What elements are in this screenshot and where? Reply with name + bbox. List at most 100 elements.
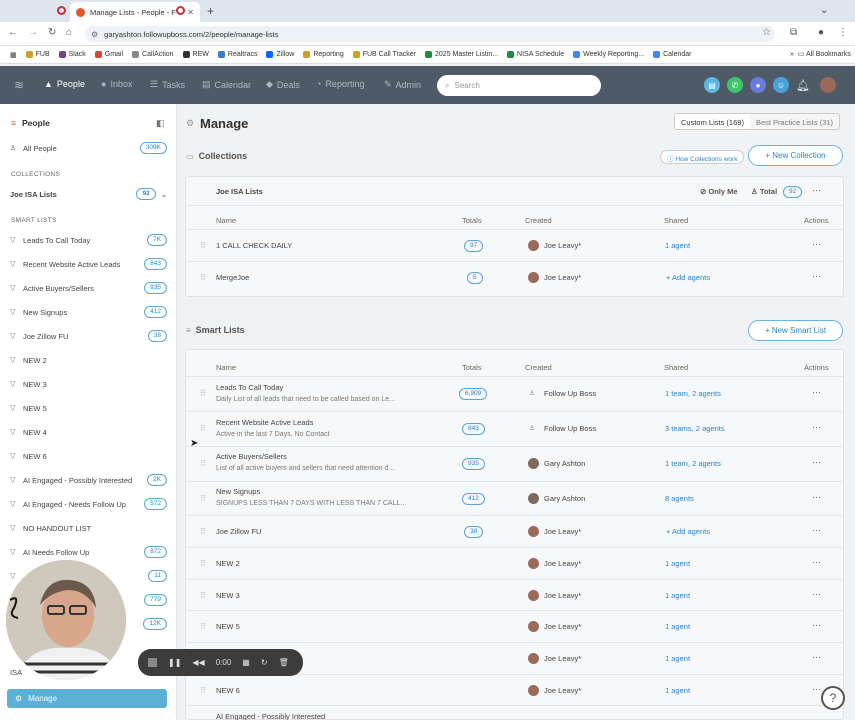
row-actions-icon[interactable]: ⋯ <box>812 652 821 663</box>
help-button[interactable]: ? <box>821 686 845 710</box>
tab-custom-lists[interactable]: Custom Lists (169) <box>675 114 750 129</box>
row-actions-icon[interactable]: ⋯ <box>812 620 821 631</box>
shared-link[interactable]: 1 agent <box>665 622 690 631</box>
rewind-icon[interactable]: ◀◀ <box>192 658 204 667</box>
shared-link[interactable]: 3 teams, 2 agents <box>665 424 725 433</box>
search-input[interactable]: ⌕ Search <box>437 75 601 96</box>
bookmark-nisa-schedule[interactable]: NISA Schedule <box>507 51 564 58</box>
table-row[interactable]: NEW 6 <box>216 686 240 695</box>
table-row[interactable]: Leads To Call Today <box>216 383 283 392</box>
collapse-sidebar-icon[interactable]: ◧ <box>156 118 165 129</box>
table-row[interactable]: NEW 2 <box>216 559 240 568</box>
chevron-down-icon[interactable]: ⌄ <box>161 190 167 199</box>
row-actions-icon[interactable]: ⋯ <box>812 684 821 695</box>
record-icon[interactable] <box>57 6 66 15</box>
drag-handle-icon[interactable]: ⠿ <box>200 494 206 503</box>
table-row[interactable]: AI Engaged - Possibly Interested <box>216 712 325 720</box>
bookmark-fub[interactable]: FUB <box>25 51 50 58</box>
row-actions-icon[interactable]: ⋯ <box>812 492 821 503</box>
bookmark-zillow[interactable]: Zillow <box>266 51 294 58</box>
bookmark-slack[interactable]: Slack <box>58 51 86 58</box>
bookmark-realtracs[interactable]: Realtracs <box>217 51 257 58</box>
apps-icon[interactable]: ▦ <box>10 51 17 59</box>
grid-icon[interactable]: ▦ <box>242 658 250 667</box>
tab-best-practice-lists[interactable]: Best Practice Lists (31) <box>750 114 839 129</box>
bookmark-callaction[interactable]: CallAction <box>132 51 174 58</box>
drag-handle-icon[interactable]: ⠿ <box>200 459 206 468</box>
shared-link[interactable]: 1 team, 2 agents <box>665 459 721 468</box>
drag-handle-icon[interactable]: ⠿ <box>200 527 206 536</box>
fub-logo-icon[interactable]: ≋ <box>14 78 24 92</box>
sidebar-item[interactable]: ▽ Active Buyers/Sellers 935 <box>10 281 167 295</box>
new-smart-list-button[interactable]: + New Smart List <box>748 320 843 341</box>
user-avatar[interactable] <box>820 77 836 93</box>
forward-icon[interactable]: → <box>28 27 38 38</box>
row-actions-icon[interactable]: ⋯ <box>812 422 821 433</box>
window-controls-icon[interactable]: ⌄ <box>820 5 828 16</box>
bookmark-star-icon[interactable]: ☆ <box>762 27 771 38</box>
browser-menu-icon[interactable]: ⋮ <box>838 27 848 38</box>
text-message-icon[interactable]: ▤ <box>704 77 720 93</box>
user-add-icon[interactable]: ☺ <box>773 77 789 93</box>
drag-handle-icon[interactable]: ⠿ <box>200 424 206 433</box>
table-row[interactable]: Recent Website Active Leads <box>216 418 313 427</box>
all-bookmarks[interactable]: » ▭ All Bookmarks <box>790 50 851 58</box>
sidebar-item[interactable]: ▽ AI Engaged - Possibly Interested 2K <box>10 473 167 487</box>
drag-handle-icon[interactable]: ⠿ <box>200 686 206 695</box>
add-agents-link[interactable]: + Add agents <box>666 527 710 536</box>
bookmark-fub-call-tracker[interactable]: FUB Call Tracker <box>352 51 416 58</box>
shared-link[interactable]: 1 agent <box>665 591 690 600</box>
how-collections-work-link[interactable]: ⓘ How Collections work <box>660 150 745 164</box>
row-actions-icon[interactable]: ⋯ <box>812 387 821 398</box>
bookmark-weekly-reporting[interactable]: Weekly Reporting... <box>573 51 644 58</box>
back-icon[interactable]: ← <box>8 27 18 38</box>
sidebar-item[interactable]: ▽ NO HANDOUT LIST <box>10 521 167 535</box>
notifications-icon[interactable]: 🔔︎ <box>795 77 811 93</box>
restart-icon[interactable]: ↻ <box>261 658 268 667</box>
row-actions-icon[interactable]: ⋯ <box>812 271 821 282</box>
sidebar-item[interactable]: ▽ Leads To Call Today 7K <box>10 233 167 247</box>
sidebar-item-all-people[interactable]: ♙ All People 309K <box>10 141 167 155</box>
shared-link[interactable]: 1 team, 2 agents <box>665 389 721 398</box>
sidebar-item[interactable]: ▽ Joe Zillow FU 38 <box>10 329 167 343</box>
phone-icon[interactable]: ✆ <box>727 77 743 93</box>
table-row[interactable]: 1 CALL CHECK DAILY <box>216 241 292 250</box>
sidebar-item[interactable]: ▽ Recent Website Active Leads 843 <box>10 257 167 271</box>
sidebar-item[interactable]: ▽ NEW 4 <box>10 425 167 439</box>
collection-more-icon[interactable]: ⋯ <box>812 185 821 196</box>
sidebar-item[interactable]: ▽ NEW 5 <box>10 401 167 415</box>
table-row[interactable]: NEW 3 <box>216 591 240 600</box>
site-info-icon[interactable]: ⚙ <box>91 30 98 39</box>
total-toggle[interactable]: ♙ Total <box>751 187 777 196</box>
url-field[interactable]: ⚙ garyashton.followupboss.com/2/people/m… <box>85 26 775 42</box>
stop-icon[interactable] <box>148 658 157 667</box>
extensions-icon[interactable]: ⧉ <box>790 27 797 38</box>
drag-handle-icon[interactable]: ⠿ <box>200 273 206 282</box>
bookmark-gmail[interactable]: Gmail <box>94 51 123 58</box>
manage-button[interactable]: ⚙ Manage <box>7 689 167 708</box>
table-row[interactable]: MergeJoe <box>216 273 249 282</box>
home-icon[interactable]: ⌂ <box>66 27 72 38</box>
sidebar-item[interactable]: ▽ NEW 2 <box>10 353 167 367</box>
bookmark-rew[interactable]: REW <box>182 51 209 58</box>
sidebar-item[interactable]: ▽ AI Needs Follow Up 872 <box>10 545 167 559</box>
nav-admin[interactable]: ✎ Admin <box>384 79 421 90</box>
close-tab-icon[interactable]: ✕ <box>187 8 194 17</box>
drag-handle-icon[interactable]: ⠿ <box>200 389 206 398</box>
shared-link[interactable]: 1 agent <box>665 559 690 568</box>
shared-link[interactable]: 1 agent <box>665 654 690 663</box>
new-tab-icon[interactable]: + <box>207 4 214 18</box>
shared-link[interactable]: 8 agents <box>665 494 694 503</box>
drag-handle-icon[interactable]: ⠿ <box>200 591 206 600</box>
nav-people[interactable]: ▲ People <box>44 79 85 89</box>
table-row[interactable]: NEW 5 <box>216 622 240 631</box>
chat-icon[interactable]: ● <box>750 77 766 93</box>
sidebar-collection-joe-isa[interactable]: Joe ISA Lists 92 ⌄ <box>10 187 167 201</box>
only-me-toggle[interactable]: ⊘ Only Me <box>700 187 738 196</box>
sidebar-item[interactable]: ▽ NEW 6 <box>10 449 167 463</box>
nav-reporting[interactable]: ◔ Reporting <box>316 79 364 89</box>
bookmark-reporting[interactable]: Reporting <box>303 51 344 58</box>
nav-deals[interactable]: ◆ Deals <box>266 79 300 90</box>
nav-tasks[interactable]: ☰ Tasks <box>150 79 185 90</box>
shared-link[interactable]: 1 agent <box>665 686 690 695</box>
